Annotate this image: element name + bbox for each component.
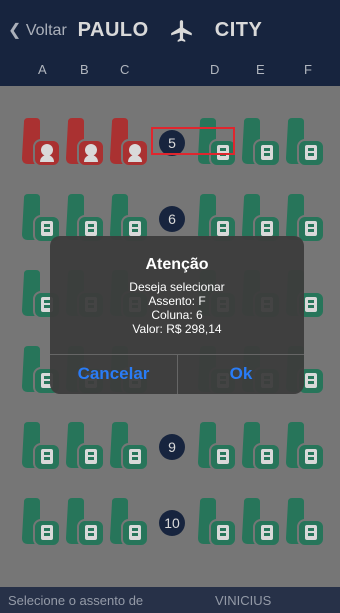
confirm-dialog: Atenção Deseja selecionar Assento: F Col… [50, 236, 304, 394]
dialog-line: Coluna: 6 [151, 308, 203, 322]
dialog-line: Deseja selecionar [129, 280, 225, 294]
dialog-message: Deseja selecionar Assento: F Coluna: 6 V… [50, 280, 304, 336]
dialog-title: Atenção [145, 256, 209, 273]
ok-button-highlight [151, 127, 235, 155]
dialog-line: Assento: F [148, 294, 206, 308]
dialog-line: Valor: R$ 298,14 [132, 322, 222, 336]
cancel-button[interactable]: Cancelar [50, 354, 177, 394]
ok-button[interactable]: Ok [178, 354, 304, 394]
